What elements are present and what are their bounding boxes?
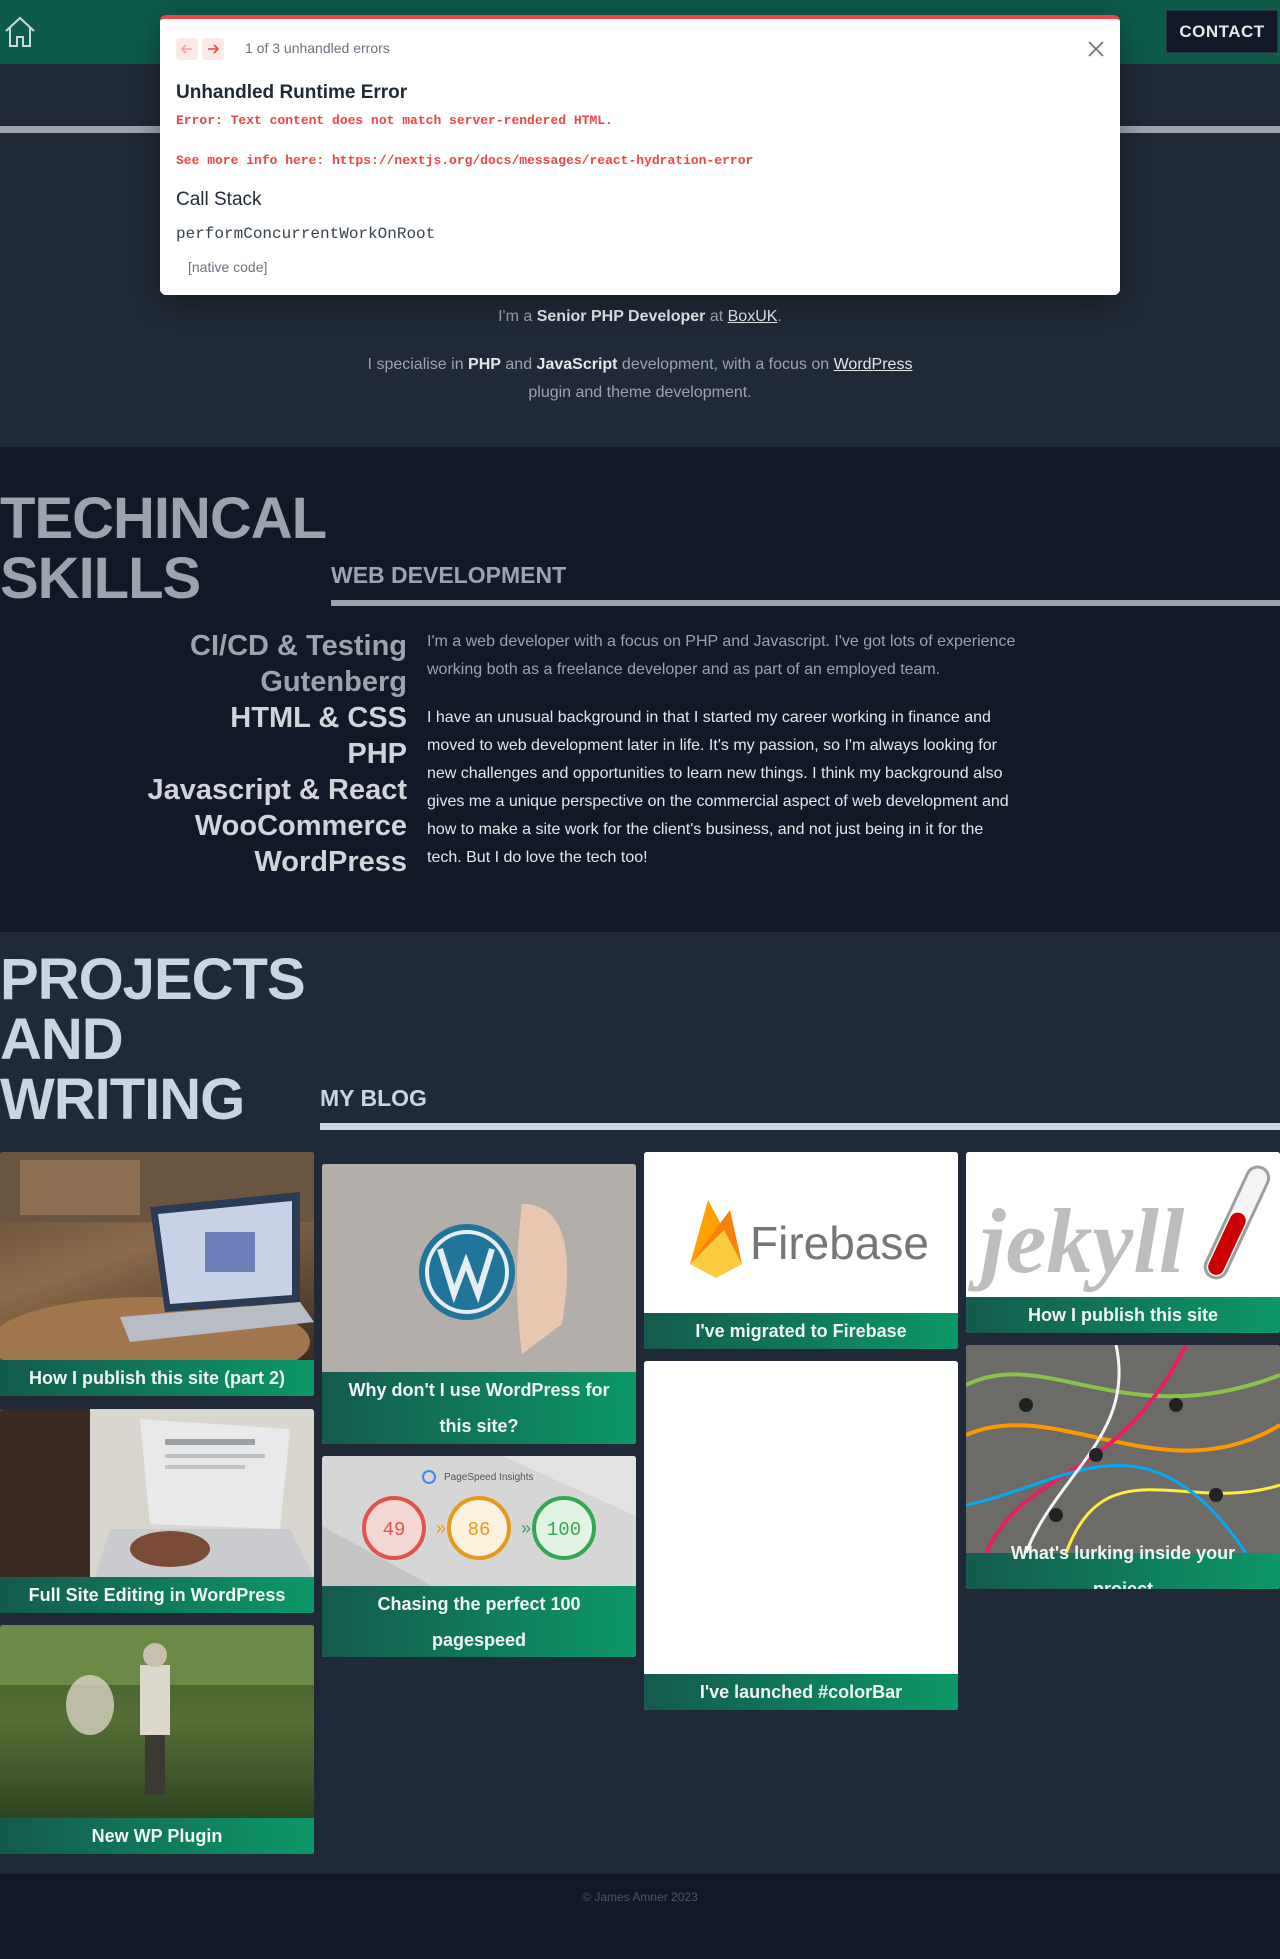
card-label[interactable]: Why don't I use WordPress for this site? [322,1372,636,1444]
blog-card-new-wp-plugin[interactable]: New WP Plugin [0,1625,314,1854]
error-count: 1 of 3 unhandled errors [245,40,390,56]
prev-error-button[interactable] [176,38,198,60]
firebase-logo-text: Firebase [750,1217,929,1269]
card-label[interactable]: How I publish this site (part 2) [0,1360,314,1396]
blog-card-colorbar[interactable]: I've launched #colorBar [644,1361,958,1710]
jekyll-logo-text: jekyll [967,1190,1185,1292]
home-icon[interactable] [2,14,38,50]
intro-line-plugins: plugin and theme development. [528,384,752,401]
blog-divider [320,1123,1280,1130]
card-label[interactable]: Full Site Editing in WordPress [0,1577,314,1613]
contact-button[interactable]: CONTACT [1166,10,1278,53]
skills-title: TECHINCAL SKILLS [0,486,327,611]
blog-heading: MY BLOG [320,1085,427,1111]
arrow-left-icon [180,44,192,54]
skill-list: CI/CD & Testing Gutenberg HTML & CSS PHP… [147,628,407,880]
error-more-info[interactable]: See more info here: https://nextjs.org/d… [176,153,753,168]
card-label[interactable]: Chasing the perfect 100 pagespeed [322,1586,636,1657]
intro-line-role: I'm a Senior PHP Developer at BoxUK. [498,308,782,325]
skills-description: I'm a web developer with a focus on PHP … [427,628,1017,892]
pagespeed-score: 100 [547,1519,581,1541]
error-title: Unhandled Runtime Error [176,82,408,103]
pagespeed-scores-image: » » PageSpeed Insights 49 86 100 [322,1456,636,1586]
wordpress-link[interactable]: WordPress [834,356,913,373]
skill-item: CI/CD & Testing [190,630,407,662]
boxuk-link[interactable]: BoxUK [728,308,778,325]
svg-text:»: » [436,1518,446,1538]
card-label[interactable]: I've migrated to Firebase [644,1313,958,1349]
footer: © James Amner 2023 [0,1874,1280,1959]
blog-card-publish[interactable]: jekyll How I publish this site [966,1152,1280,1333]
blog-card-full-site-editing[interactable]: Full Site Editing in WordPress [0,1409,314,1613]
card-label[interactable]: New WP Plugin [0,1818,314,1854]
blog-card-lurking[interactable]: What's lurking inside your project [966,1345,1280,1589]
copyright-text: © James Amner 2023 [582,1890,698,1904]
pagespeed-score: 86 [468,1519,491,1541]
blog-card-publish-part2[interactable]: How I publish this site (part 2) [0,1152,314,1396]
error-message: Error: Text content does not match serve… [176,113,613,128]
intro-line-specialise: I specialise in PHP and JavaScript devel… [367,356,913,373]
wordpress-logo-image [322,1164,636,1372]
blog-card-firebase[interactable]: Firebase I've migrated to Firebase [644,1152,958,1349]
close-icon[interactable] [1088,41,1104,57]
typing-laptop-image [0,1409,314,1577]
web-development-heading: WEB DEVELOPMENT [331,562,567,588]
pagespeed-score: 49 [383,1519,406,1541]
skill-item: WooCommerce [194,810,407,842]
skill-item: HTML & CSS [230,702,407,734]
skill-item: Javascript & React [147,774,407,806]
butterfly-net-image [0,1625,314,1818]
colorbar-image [644,1361,958,1674]
blog-card-why-not-wordpress[interactable]: Why don't I use WordPress for this site? [322,1164,636,1444]
web-development-divider [331,600,1280,606]
skills-section: TECHINCAL SKILLS WEB DEVELOPMENT CI/CD &… [0,447,1280,932]
blog-card-pagespeed[interactable]: » » PageSpeed Insights 49 86 100 Chasing… [322,1456,636,1657]
next-error-button[interactable] [202,38,224,60]
call-stack-title: Call Stack [176,189,262,210]
call-stack-frame[interactable]: performConcurrentWorkOnRoot [176,225,435,243]
projects-title: PROJECTS AND WRITING [0,947,306,1132]
skills-paragraph: I have an unusual background in that I s… [427,709,1009,866]
skills-paragraph: I'm a web developer with a focus on PHP … [427,633,1016,678]
skill-item: WordPress [254,846,407,878]
firebase-logo-image: Firebase [644,1152,958,1313]
laptop-desk-image [0,1152,314,1360]
jekyll-logo-image: jekyll [966,1152,1280,1297]
svg-text:»: » [521,1518,531,1538]
skill-item: Gutenberg [260,666,407,698]
error-overlay: 1 of 3 unhandled errors Unhandled Runtim… [160,15,1120,295]
pagespeed-header-text: PageSpeed Insights [444,1472,534,1483]
card-label[interactable]: How I publish this site [966,1297,1280,1333]
card-label[interactable]: What's lurking inside your project [966,1543,1280,1589]
skill-item: PHP [347,738,407,770]
arrow-right-icon [208,44,220,54]
card-label[interactable]: I've launched #colorBar [644,1674,958,1710]
patch-cables-image [966,1345,1280,1553]
native-code-label: [native code] [188,259,268,275]
